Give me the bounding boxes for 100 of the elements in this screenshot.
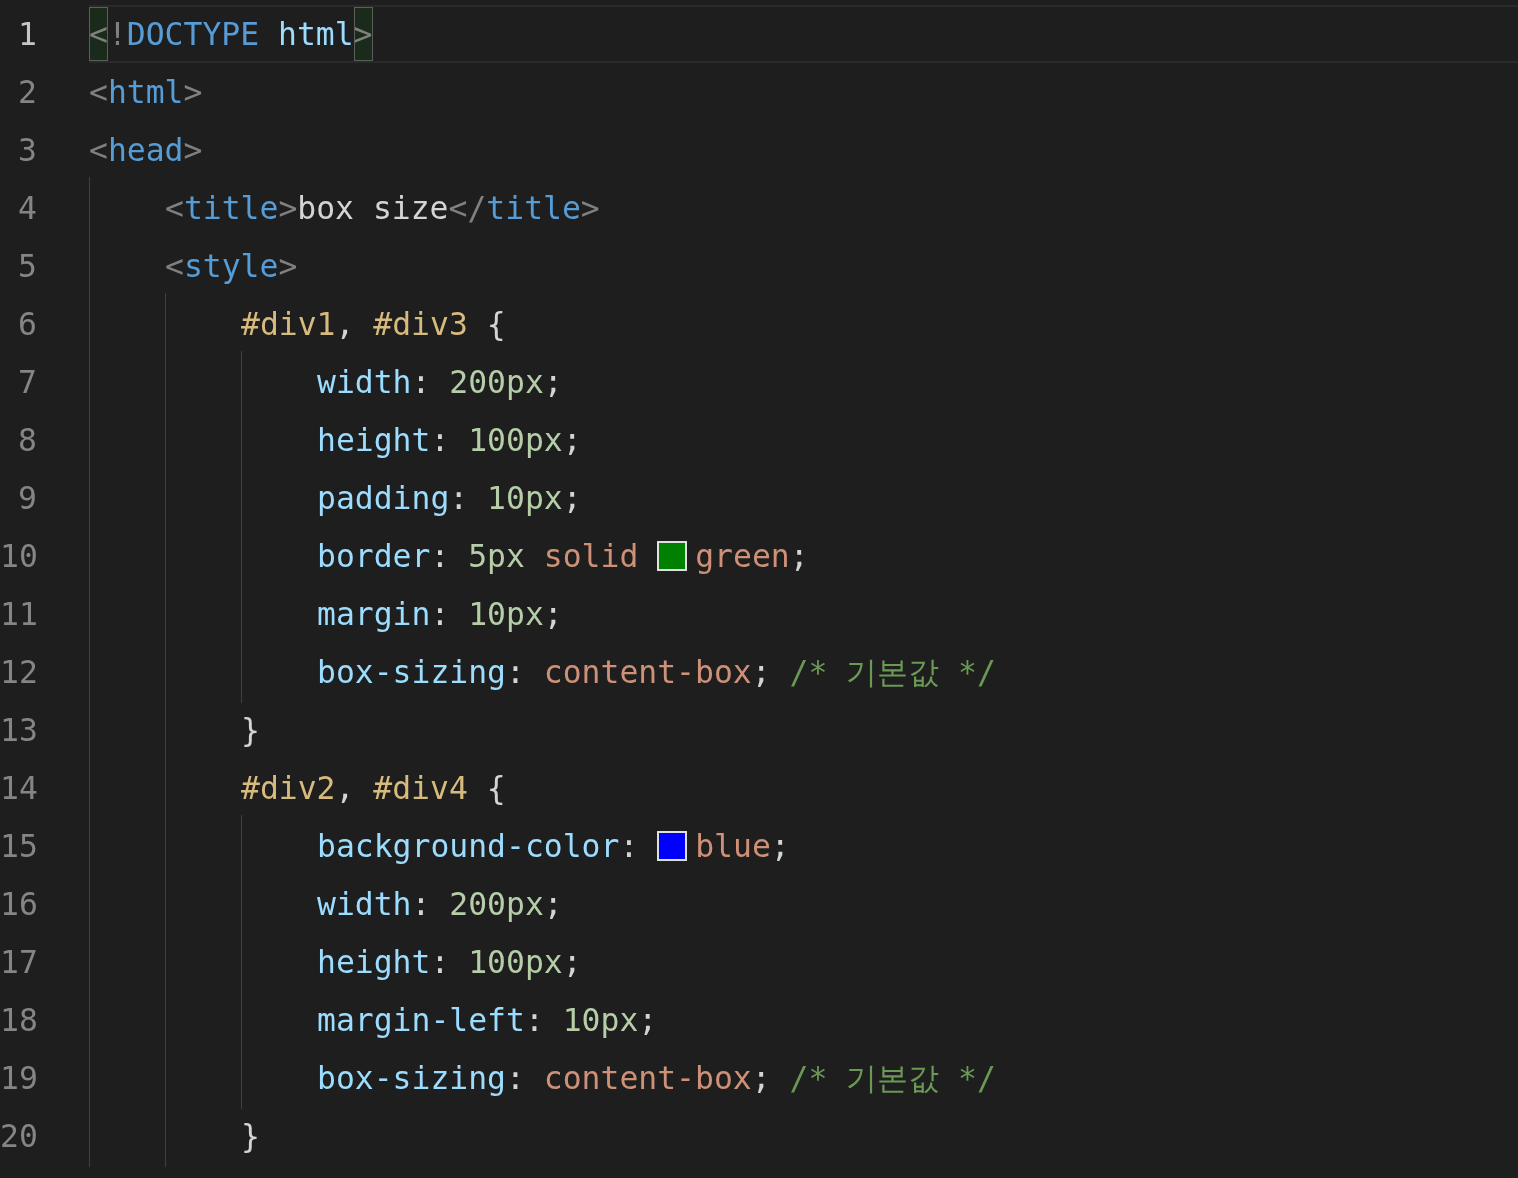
keyword-value: content-box	[543, 653, 752, 692]
tag-name: title	[486, 189, 581, 228]
code-text: :	[430, 595, 451, 634]
line-number: 2	[17, 73, 37, 112]
color-swatch-icon[interactable]	[657, 831, 688, 861]
line-number: 11	[0, 595, 37, 634]
number-value: 100px	[468, 421, 563, 460]
code-comment: /* 기본값 */	[789, 653, 996, 692]
line-number: 20	[0, 1117, 37, 1156]
punctuation: >	[278, 189, 298, 228]
css-property: width	[317, 885, 412, 924]
code-text: ;	[543, 595, 563, 634]
punctuation: <	[89, 7, 108, 61]
punctuation: >	[278, 247, 298, 286]
css-selector: #div4	[373, 769, 468, 808]
number-value: 5px	[468, 537, 525, 576]
css-property: margin-left	[317, 1001, 525, 1040]
line-number: 12	[0, 653, 37, 692]
tag-name: html	[107, 73, 184, 112]
tag-name: title	[183, 189, 279, 228]
line-number: 15	[0, 827, 37, 866]
punctuation: >	[580, 189, 600, 228]
css-property: width	[317, 363, 412, 402]
css-property: box-sizing	[317, 1059, 506, 1098]
css-property: margin	[317, 595, 431, 634]
keyword-value: green	[695, 537, 790, 576]
code-text: :	[430, 943, 451, 982]
attribute-name: html	[277, 15, 354, 54]
code-text: ;	[543, 885, 563, 924]
code-text: ,	[335, 305, 356, 344]
code-text: :	[506, 1059, 526, 1098]
css-property: box-sizing	[317, 653, 506, 692]
keyword-value: content-box	[543, 1059, 752, 1098]
code-text: :	[430, 421, 451, 460]
punctuation: >	[353, 7, 373, 61]
number-value: 200px	[449, 363, 544, 402]
punctuation: !	[107, 15, 127, 54]
line-number: 3	[17, 131, 37, 170]
code-text: ;	[770, 827, 790, 866]
number-value: 10px	[487, 479, 563, 518]
number-value: 200px	[449, 885, 544, 924]
code-text: :	[506, 653, 526, 692]
css-selector: #div3	[373, 305, 468, 344]
line-number: 13	[0, 711, 37, 750]
punctuation: <	[165, 189, 184, 228]
code-text: }	[241, 711, 260, 750]
punctuation: <	[89, 131, 108, 170]
punctuation: >	[183, 73, 203, 112]
css-property: border	[317, 537, 431, 576]
keyword-value: blue	[695, 827, 771, 866]
tag-name: head	[107, 131, 184, 170]
line-number: 18	[0, 1001, 37, 1040]
css-property: height	[317, 421, 431, 460]
code-text: {	[485, 305, 506, 344]
line-number: 19	[0, 1059, 37, 1098]
code-text: ,	[335, 769, 356, 808]
line-number: 17	[0, 943, 37, 982]
code-text: :	[619, 827, 640, 866]
code-text: }	[241, 1117, 260, 1156]
code-text: {	[485, 769, 506, 808]
code-text: box size	[297, 189, 449, 228]
line-number: 10	[0, 537, 37, 576]
css-property: height	[317, 943, 431, 982]
punctuation: <	[89, 73, 108, 112]
code-text: :	[524, 1001, 545, 1040]
line-number: 5	[17, 247, 37, 286]
code-text: ;	[751, 1059, 772, 1098]
line-number: 4	[17, 189, 37, 228]
punctuation: >	[183, 131, 203, 170]
tag-name: style	[183, 247, 279, 286]
code-text: :	[430, 537, 451, 576]
code-text: ;	[543, 363, 563, 402]
code-text: :	[411, 363, 432, 402]
punctuation: <	[165, 247, 184, 286]
line-number: 14	[0, 769, 37, 808]
number-value: 10px	[562, 1001, 639, 1040]
color-swatch-icon[interactable]	[657, 541, 688, 571]
line-number: 8	[17, 421, 37, 460]
code-text: :	[411, 885, 432, 924]
line-number: 16	[0, 885, 37, 924]
code-text: :	[449, 479, 470, 518]
number-value: 100px	[468, 943, 563, 982]
line-number: 6	[17, 305, 37, 344]
css-property: padding	[317, 479, 450, 518]
code-text: ;	[638, 1001, 658, 1040]
tag-name: DOCTYPE	[126, 15, 260, 54]
code-text: ;	[789, 537, 809, 576]
css-selector: #div1	[241, 305, 336, 344]
keyword-value: solid	[542, 537, 640, 576]
css-selector: #div2	[241, 769, 336, 808]
line-number: 9	[17, 479, 37, 518]
punctuation: </	[448, 189, 487, 228]
code-text: ;	[562, 943, 582, 982]
code-comment: /* 기본값 */	[789, 1059, 996, 1098]
code-text: ;	[562, 479, 582, 518]
code-text: ;	[562, 421, 582, 460]
line-number: 1	[17, 15, 37, 54]
number-value: 10px	[468, 595, 544, 634]
code-text: ;	[751, 653, 772, 692]
css-property: background-color	[317, 827, 620, 866]
